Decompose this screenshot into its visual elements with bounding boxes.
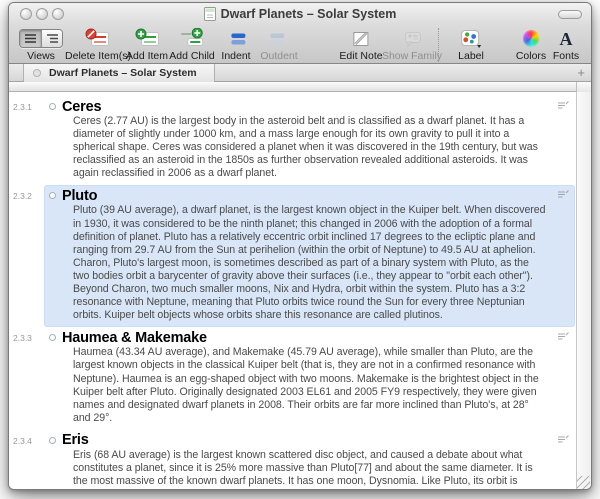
column-header-bar [9, 82, 591, 92]
outline-list: 2.3.1 Ceres Ceres (2.77 AU) is the large… [9, 92, 576, 490]
toolbar: Views Delete Item(s) [9, 25, 591, 64]
selection-highlight: Pluto Pluto (39 AU average), a dwarf pla… [45, 186, 574, 326]
outline-row-pluto: 2.3.2 Pluto Pluto (39 AU average), a dwa… [9, 186, 576, 326]
edit-note-button[interactable]: Edit Note [339, 27, 382, 62]
add-item-button[interactable]: Add Item [126, 27, 168, 62]
delete-item-icon [86, 28, 111, 49]
toolbar-separator [438, 28, 439, 62]
edit-note-icon [351, 29, 371, 48]
toolbar-toggle-pill[interactable] [558, 10, 582, 19]
add-tab-button[interactable]: + [577, 65, 585, 80]
item-handle-icon[interactable] [49, 192, 56, 199]
fonts-icon: A [559, 30, 572, 48]
delete-item-button[interactable]: Delete Item(s) [65, 27, 131, 62]
note-icon[interactable] [557, 435, 569, 445]
item-handle-icon[interactable] [49, 437, 56, 444]
colors-icon [523, 30, 540, 47]
add-item-icon [135, 28, 160, 49]
indent-button[interactable]: Indent [221, 27, 250, 62]
row-number: 2.3.2 [13, 191, 32, 201]
fonts-button[interactable]: A Fonts [553, 27, 579, 62]
row-number: 2.3.1 [13, 102, 32, 112]
views-outline-icon[interactable] [41, 30, 62, 47]
vertical-scrollbar[interactable] [576, 92, 591, 490]
views-list-icon[interactable] [20, 30, 41, 47]
tab-state-icon [33, 69, 41, 77]
scrollbar-corner [576, 82, 591, 92]
outline-view: 2.3.1 Ceres Ceres (2.77 AU) is the large… [9, 92, 591, 490]
outline-row-ceres: 2.3.1 Ceres Ceres (2.77 AU) is the large… [9, 97, 576, 184]
titlebar[interactable]: Dwarf Planets – Solar System [9, 3, 591, 25]
tab-dwarf-planets[interactable]: Dwarf Planets – Solar System [23, 64, 215, 82]
label-button[interactable]: Label [458, 27, 484, 62]
indent-icon [226, 32, 246, 46]
label-icon [459, 29, 482, 48]
item-handle-icon[interactable] [49, 334, 56, 341]
outdent-icon [269, 32, 289, 46]
row-note[interactable]: Pluto (39 AU average), a dwarf planet, i… [73, 204, 547, 322]
row-number: 2.3.4 [13, 436, 32, 446]
item-handle-icon[interactable] [49, 103, 56, 110]
show-family-icon [401, 30, 423, 48]
resize-grip-icon[interactable] [577, 476, 590, 489]
outline-row-haumea-makemake: 2.3.3 Haumea & Makemake Haumea (43.34 AU… [9, 328, 576, 429]
row-note[interactable]: Ceres (2.77 AU) is the largest body in t… [73, 115, 547, 180]
row-note[interactable]: Eris (68 AU average) is the largest know… [73, 449, 547, 490]
note-icon[interactable] [557, 332, 569, 342]
note-icon[interactable] [557, 101, 569, 111]
outdent-button[interactable]: Outdent [260, 27, 297, 62]
row-title[interactable]: Eris [62, 432, 89, 448]
tab-bar: Dwarf Planets – Solar System + [9, 64, 591, 82]
colors-button[interactable]: Colors [516, 27, 546, 62]
show-family-button[interactable]: Show Family [382, 27, 442, 62]
views-button[interactable]: Views [19, 27, 63, 62]
row-title[interactable]: Ceres [62, 99, 101, 115]
outline-row-eris: 2.3.4 Eris Eris (68 AU average) is the l… [9, 431, 576, 490]
window-title: Dwarf Planets – Solar System [221, 7, 397, 21]
row-title[interactable]: Pluto [62, 188, 97, 204]
row-title[interactable]: Haumea & Makemake [62, 330, 207, 346]
note-icon[interactable] [557, 190, 569, 200]
document-icon [204, 7, 216, 21]
add-child-button[interactable]: Add Child [169, 27, 215, 62]
app-window: Dwarf Planets – Solar System Views [8, 2, 592, 490]
row-note[interactable]: Haumea (43.34 AU average), and Makemake … [73, 346, 547, 425]
add-child-icon [180, 28, 205, 49]
row-number: 2.3.3 [13, 333, 32, 343]
